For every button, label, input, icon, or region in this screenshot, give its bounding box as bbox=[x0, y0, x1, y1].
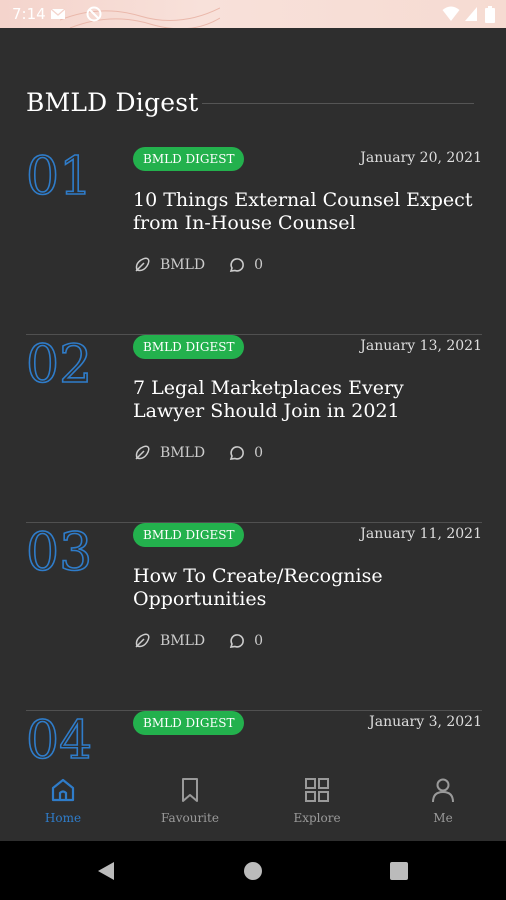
bottom-nav: Home Favourite Explore Me bbox=[0, 768, 506, 841]
post-author[interactable]: BMLD bbox=[160, 633, 205, 649]
category-badge[interactable]: BMLD DIGEST bbox=[133, 711, 245, 735]
category-badge[interactable]: BMLD DIGEST bbox=[133, 335, 245, 359]
user-icon bbox=[432, 778, 454, 803]
back-icon[interactable] bbox=[96, 861, 116, 881]
feather-icon bbox=[135, 633, 150, 648]
home-icon bbox=[51, 778, 75, 802]
section-header: BMLD Digest bbox=[26, 88, 474, 120]
comment-count[interactable]: 0 bbox=[254, 633, 263, 649]
mail-icon bbox=[50, 8, 66, 19]
status-bar: 7:14 bbox=[0, 0, 506, 28]
system-nav-bar bbox=[0, 841, 506, 900]
post-item[interactable]: 01 BMLD DIGEST January 20, 2021 10 Thing… bbox=[25, 146, 482, 335]
post-number: 01 bbox=[25, 146, 93, 208]
category-badge[interactable]: BMLD DIGEST bbox=[133, 523, 245, 547]
nav-explore[interactable]: Explore bbox=[254, 776, 380, 825]
post-title[interactable]: How To Create/Recognise Opportunities bbox=[133, 565, 473, 611]
signal-icon bbox=[465, 7, 477, 21]
nav-label: Favourite bbox=[161, 811, 219, 825]
post-meta: BMLD 0 bbox=[133, 255, 263, 275]
wifi-icon bbox=[442, 6, 460, 21]
post-date: January 13, 2021 bbox=[360, 338, 482, 354]
do-not-disturb-icon bbox=[86, 6, 102, 22]
feather-icon bbox=[135, 257, 150, 272]
post-date: January 3, 2021 bbox=[369, 714, 482, 730]
section-title: BMLD Digest bbox=[26, 88, 199, 117]
post-item[interactable]: 02 BMLD DIGEST January 13, 2021 7 Legal … bbox=[25, 334, 482, 523]
category-badge[interactable]: BMLD DIGEST bbox=[133, 147, 245, 171]
nav-label: Me bbox=[433, 811, 453, 825]
recents-icon[interactable] bbox=[390, 862, 408, 880]
post-date: January 11, 2021 bbox=[360, 526, 482, 542]
post-title[interactable]: 7 Legal Marketplaces Every Lawyer Should… bbox=[133, 377, 473, 423]
comment-icon bbox=[229, 258, 245, 272]
post-author[interactable]: BMLD bbox=[160, 257, 205, 273]
status-time: 7:14 bbox=[12, 5, 46, 23]
nav-label: Explore bbox=[293, 811, 341, 825]
comment-icon bbox=[229, 446, 245, 460]
grid-icon bbox=[305, 778, 329, 802]
post-meta: BMLD 0 bbox=[133, 631, 263, 651]
post-number: 04 bbox=[25, 710, 93, 772]
nav-me[interactable]: Me bbox=[380, 776, 506, 825]
comment-count[interactable]: 0 bbox=[254, 445, 263, 461]
comment-count[interactable]: 0 bbox=[254, 257, 263, 273]
app-content: BMLD Digest 01 BMLD DIGEST January 20, 2… bbox=[0, 28, 506, 841]
post-number: 03 bbox=[25, 522, 93, 584]
post-item[interactable]: 03 BMLD DIGEST January 11, 2021 How To C… bbox=[25, 522, 482, 711]
section-divider bbox=[202, 103, 474, 104]
home-circle-icon[interactable] bbox=[243, 861, 263, 881]
post-meta: BMLD 0 bbox=[133, 443, 263, 463]
nav-label: Home bbox=[44, 811, 82, 825]
wallpaper-pattern bbox=[60, 7, 220, 28]
battery-icon bbox=[485, 6, 495, 23]
post-number: 02 bbox=[25, 334, 93, 396]
nav-home[interactable]: Home bbox=[0, 776, 126, 825]
bookmark-icon bbox=[182, 778, 198, 802]
comment-icon bbox=[229, 634, 245, 648]
post-title[interactable]: 10 Things External Counsel Expect from I… bbox=[133, 189, 473, 235]
post-author[interactable]: BMLD bbox=[160, 445, 205, 461]
post-date: January 20, 2021 bbox=[360, 150, 482, 166]
nav-favourite[interactable]: Favourite bbox=[127, 776, 253, 825]
feather-icon bbox=[135, 445, 150, 460]
